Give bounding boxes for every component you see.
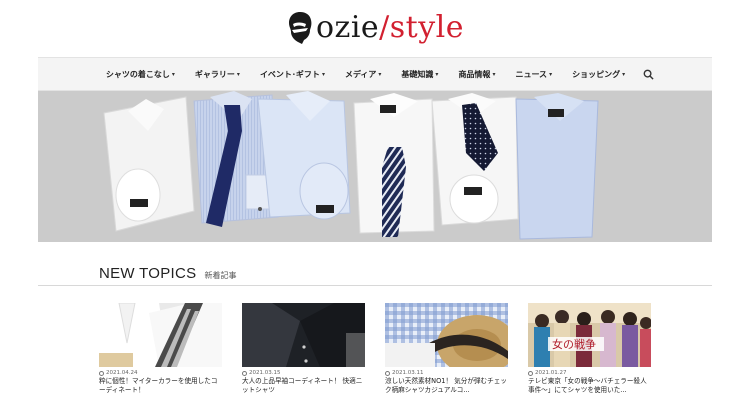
topic-date: 2021.03.11 [385, 370, 508, 376]
topic-card[interactable]: 2021.03.15 大人の上品早袖コーディネート！ 快適ニットシャツ [242, 303, 365, 394]
topic-thumbnail-shirt-collar [99, 303, 222, 367]
nav-item-basics[interactable]: 基礎知識 ▾ [401, 69, 438, 80]
nav-label: 基礎知識 [401, 69, 434, 79]
logo-slash: / [379, 10, 390, 45]
chevron-down-icon: ▾ [435, 70, 439, 78]
topic-title[interactable]: 涼しい天然素材NO1！ 気分が弾むチェック柄麻シャツカジュアルコ... [385, 377, 508, 395]
new-topics-header: NEW TOPICS 新着記事 [99, 265, 236, 282]
chevron-down-icon: ▾ [236, 70, 240, 78]
topic-title[interactable]: テレビ東京「女の戦争～バチェラー殺人事件～」にてシャツを使用いた... [528, 377, 651, 395]
topic-title[interactable]: 粋に個性！マイターカラーを使用したコーディネート！ [99, 377, 222, 395]
topic-card[interactable]: 2021.04.24 粋に個性！マイターカラーを使用したコーディネート！ [99, 303, 222, 394]
hero-shirts-image [38, 91, 712, 242]
nav-label: メディア [344, 69, 377, 79]
nav-item-news[interactable]: ニュース ▾ [515, 69, 552, 80]
topic-thumbnail-knit-shirt [242, 303, 365, 367]
topic-thumbnail-tv-drama: 女の戦争 [528, 303, 651, 367]
main-nav: シャツの着こなし ▾ ギャラリー ▾ イベント･ギフト ▾ メディア ▾ 基礎知識 ▾ 商… [38, 57, 712, 91]
nav-label: ショッピング [572, 69, 621, 79]
chevron-down-icon: ▾ [171, 70, 175, 78]
hero-banner[interactable] [38, 91, 712, 242]
clock-icon [385, 370, 390, 376]
topic-date-text: 2021.04.24 [106, 370, 138, 376]
tv-banner-text: 女の戦争 [552, 337, 596, 351]
nav-item-shirt-styling[interactable]: シャツの着こなし ▾ [106, 69, 175, 80]
topic-date: 2021.04.24 [99, 370, 222, 376]
clock-icon [242, 370, 247, 376]
nav-label: ギャラリー [194, 69, 235, 79]
nav-item-product-info[interactable]: 商品情報 ▾ [458, 69, 495, 80]
section-divider [38, 285, 712, 286]
nav-label: ニュース [515, 69, 548, 79]
nav-item-gallery[interactable]: ギャラリー ▾ [195, 69, 240, 80]
chevron-down-icon: ▾ [321, 70, 325, 78]
logo-portrait-icon [288, 12, 312, 44]
chevron-down-icon: ▾ [492, 70, 496, 78]
topic-date-text: 2021.03.15 [249, 370, 281, 376]
topic-date-text: 2021.01.27 [535, 370, 567, 376]
topic-thumbnail-check-linen [385, 303, 508, 367]
chevron-down-icon: ▾ [549, 70, 553, 78]
topic-card[interactable]: 2021.03.11 涼しい天然素材NO1！ 気分が弾むチェック柄麻シャツカジュ… [385, 303, 508, 394]
section-subtitle: 新着記事 [204, 271, 237, 280]
topic-date: 2021.03.15 [242, 370, 365, 376]
search-icon[interactable] [643, 69, 654, 80]
site-logo[interactable]: ozie/style [0, 0, 750, 56]
topic-date: 2021.01.27 [528, 370, 651, 376]
topic-date-text: 2021.03.11 [392, 370, 424, 376]
chevron-down-icon: ▾ [378, 70, 382, 78]
nav-item-shopping[interactable]: ショッピング ▾ [572, 69, 625, 80]
nav-label: イベント･ギフト [259, 69, 320, 79]
logo-text-ozie: ozie [315, 10, 380, 45]
nav-item-event-gift[interactable]: イベント･ギフト ▾ [260, 69, 325, 80]
logo-text-style: style [389, 10, 465, 45]
section-title: NEW TOPICS [99, 265, 197, 282]
clock-icon [528, 370, 533, 376]
nav-label: 商品情報 [458, 69, 491, 79]
clock-icon [99, 370, 104, 376]
nav-item-media[interactable]: メディア ▾ [345, 69, 381, 80]
chevron-down-icon: ▾ [622, 70, 626, 78]
topic-card[interactable]: 女の戦争 2021.01.27 テレビ東京「女の戦争～バチェラー殺人事件～」にて… [528, 303, 651, 394]
nav-label: シャツの着こなし [105, 69, 170, 79]
topic-title[interactable]: 大人の上品早袖コーディネート！ 快適ニットシャツ [242, 377, 365, 395]
